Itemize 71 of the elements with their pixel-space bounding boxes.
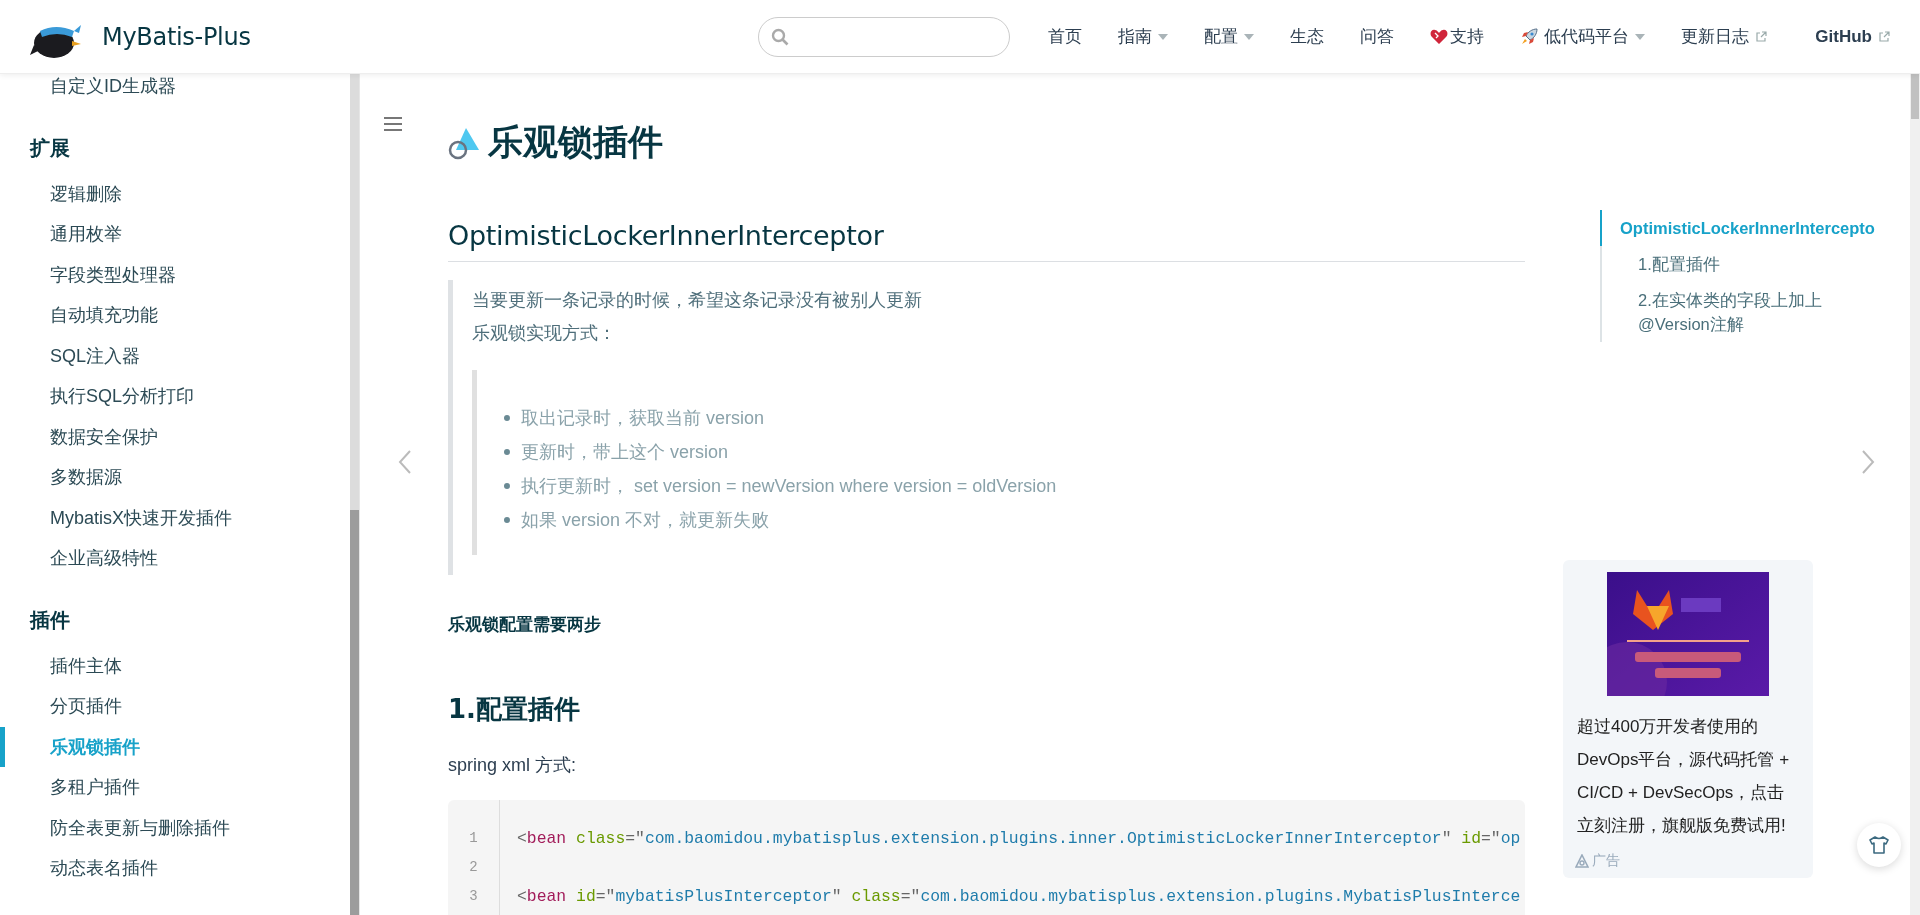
sidebar-link[interactable]: 数据安全保护: [0, 416, 350, 457]
scrollbar[interactable]: [350, 74, 359, 915]
code-line: <bean class="com.baomidou.mybatisplus.extension.plugins.inner.OptimisticLockerInnerInterceptor" id="op: [517, 828, 1521, 850]
heart-icon: [1430, 28, 1449, 45]
search-icon: [771, 27, 790, 46]
sidebar-link[interactable]: 字段类型处理器: [0, 254, 350, 295]
chevron-left-icon[interactable]: [398, 449, 412, 475]
nav-link[interactable]: 配置: [1186, 25, 1273, 48]
bullet-icon: [504, 483, 510, 489]
nav-link[interactable]: 首页: [1030, 25, 1101, 48]
chevron-right-icon[interactable]: [1861, 449, 1875, 475]
sidebar-link[interactable]: SQL注入器: [0, 335, 350, 376]
external-link-icon: [1755, 30, 1768, 43]
sidebar-link[interactable]: 自动填充功能: [0, 295, 350, 336]
code-line: <bean id="mybatisPlusInterceptor" class="com.baomidou.mybatisplus.extension.plugins.MybatisPlusInterce: [517, 886, 1521, 908]
nav-link[interactable]: 指南: [1100, 25, 1187, 48]
menu-icon[interactable]: [384, 116, 402, 132]
logo-text[interactable]: MyBatis-Plus: [102, 22, 251, 51]
floating-button[interactable]: [1857, 823, 1901, 867]
ad-label: 广告: [1592, 852, 1620, 870]
bold-paragraph: 乐观锁配置需要两步: [448, 614, 602, 636]
rocket-icon: [1520, 27, 1539, 46]
list-item: 更新时，带上这个 version: [521, 441, 729, 464]
quote-line: 当要更新一条记录的时候，希望这条记录没有被别人更新: [472, 289, 923, 312]
nav-link[interactable]: 支持: [1412, 25, 1503, 48]
list-item: 取出记录时，获取当前 version: [521, 407, 765, 430]
quote-line: 乐观锁实现方式：: [472, 322, 617, 345]
section-heading: 插件: [28, 607, 71, 633]
sidebar-link[interactable]: 多数据源: [0, 457, 350, 498]
sidebar-link[interactable]: MybatisX快速开发插件: [0, 497, 350, 538]
nav-link[interactable]: 问答: [1342, 25, 1413, 48]
bullet-icon: [504, 415, 510, 421]
caret-icon: [1158, 33, 1169, 40]
sidebar-link[interactable]: 自定义ID生成器: [0, 74, 350, 107]
line-number: 1: [468, 829, 479, 848]
sidebar-link[interactable]: 通用枚举: [0, 214, 350, 255]
nav-link[interactable]: GitHub: [1797, 26, 1890, 47]
shirt-icon: [1869, 836, 1889, 854]
line-number: 3: [468, 887, 479, 906]
subheading: 1.配置插件: [448, 693, 581, 726]
sidebar-link[interactable]: 分页插件: [0, 686, 350, 727]
ad-text: 超过400万开发者使用的DevOps平台，源代码托管 + CI/CD + DevSecOps，点击立刻注册，旗舰版免费试用!: [1577, 716, 1791, 837]
bullet-icon: [504, 449, 510, 455]
sidebar-link[interactable]: 动态表名插件: [0, 848, 350, 889]
sidebar-link[interactable]: 多租户插件: [0, 767, 350, 808]
list-item: 执行更新时， set version = newVersion where version = oldVersion: [521, 475, 1057, 498]
external-link-icon: [1878, 30, 1890, 43]
sidebar-link[interactable]: 企业高级特性: [0, 538, 350, 579]
scrollbar[interactable]: [1910, 74, 1920, 915]
sidebar-link[interactable]: 逻辑删除: [0, 173, 350, 214]
section-heading: 扩展: [28, 135, 71, 161]
toc-link[interactable]: 2.在实体类的字段上加上@Version注解: [1602, 282, 1848, 342]
page-title: 乐观锁插件: [488, 121, 663, 164]
caret-icon: [1244, 33, 1255, 40]
bullet-icon: [504, 517, 510, 523]
line-number: 2: [468, 858, 479, 877]
ad-card[interactable]: 超过400万开发者使用的DevOps平台，源代码托管 + CI/CD + DevSecOps，点击立刻注册，旗舰版免费试用! 广告: [1563, 560, 1813, 878]
scroll-thumb[interactable]: [350, 510, 359, 915]
nav-link[interactable]: 更新日志: [1663, 25, 1786, 48]
scroll-thumb[interactable]: [1911, 74, 1919, 119]
paragraph: spring xml 方式:: [448, 754, 578, 777]
section-heading: OptimisticLockerInnerInterceptor: [448, 220, 1525, 262]
sidebar-link[interactable]: 防全表更新与删除插件: [0, 807, 350, 848]
list-item: 如果 version 不对，就更新失败: [521, 509, 770, 532]
sidebar-link[interactable]: 执行SQL分析打印: [0, 376, 350, 417]
sidebar-link[interactable]: 插件主体: [0, 645, 350, 686]
caret-icon: [1635, 33, 1646, 40]
ad-icon: [1575, 854, 1589, 868]
toc-link[interactable]: 1.配置插件: [1602, 246, 1848, 282]
nav-link[interactable]: 低代码平台: [1502, 25, 1664, 48]
nav-link[interactable]: 生态: [1272, 25, 1343, 48]
